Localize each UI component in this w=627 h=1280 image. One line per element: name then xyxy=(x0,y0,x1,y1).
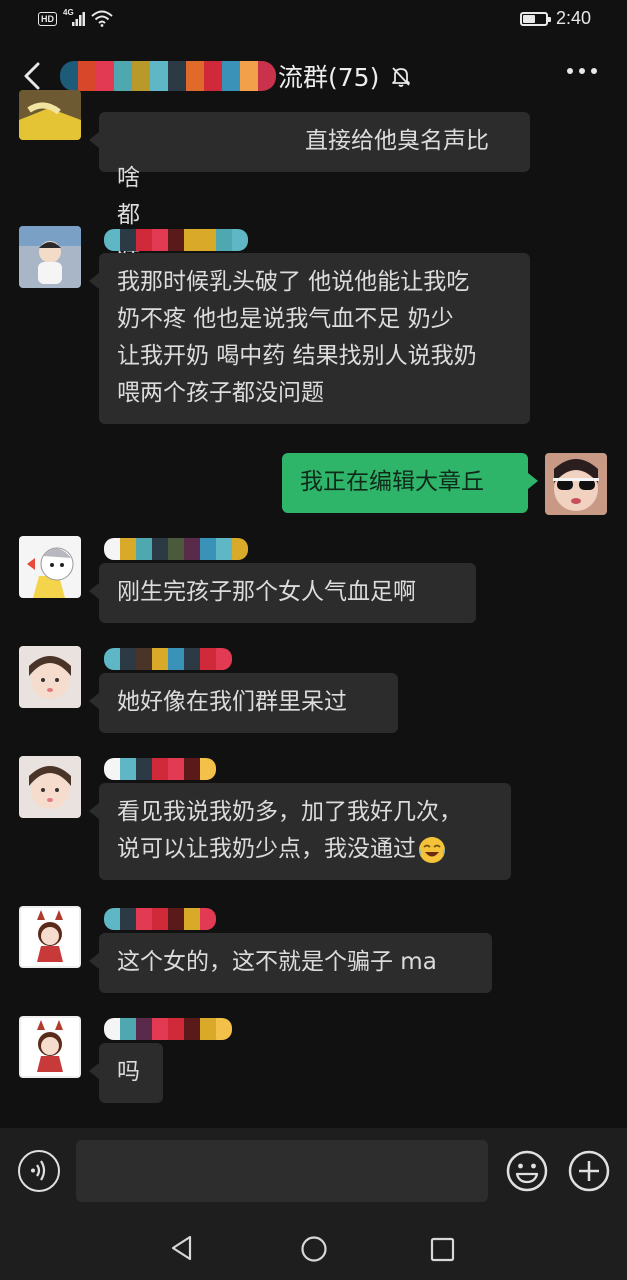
clock: 2:40 xyxy=(555,8,591,28)
message-bubble[interactable]: 她好像在我们群里呆过 xyxy=(89,673,398,733)
status-bar: HD 4G 2:40 xyxy=(0,0,627,40)
chat-title-text: 流群(75) xyxy=(278,63,380,92)
plus-icon xyxy=(568,1150,610,1192)
back-button[interactable] xyxy=(16,58,50,94)
wifi-icon xyxy=(91,10,113,27)
nav-back-icon[interactable] xyxy=(168,1234,196,1262)
nav-recent-icon[interactable] xyxy=(430,1237,456,1263)
more-icon xyxy=(567,68,573,74)
message-text-line: 直接给他臭名声比 xyxy=(305,128,489,154)
laugh-cry-emoji-icon xyxy=(419,836,445,863)
avatar[interactable] xyxy=(19,756,81,818)
avatar[interactable] xyxy=(19,906,81,968)
chat-header: 流群(75) xyxy=(0,40,627,112)
emoji-button[interactable] xyxy=(506,1150,548,1192)
input-bar xyxy=(0,1128,627,1216)
nickname-redaction xyxy=(104,648,232,670)
nickname-redaction xyxy=(104,758,216,780)
message-text-span: 说可以让我奶少点，我没通过 xyxy=(117,836,416,862)
avatar[interactable] xyxy=(19,1016,81,1078)
nickname-redaction xyxy=(104,1018,232,1040)
message-text-line: 奶不疼 他也是说我气血不足 奶少 xyxy=(117,306,454,332)
nickname-redaction xyxy=(104,908,216,930)
more-button[interactable] xyxy=(567,68,597,74)
message-bubble-mine[interactable]: 我正在编辑大章丘 xyxy=(282,453,538,513)
title-redaction xyxy=(60,61,276,91)
message-text-line: 让我开奶 喝中药 结果找别人说我奶 xyxy=(117,343,477,369)
emoji-icon xyxy=(506,1150,548,1192)
message-bubble[interactable]: 直接给他臭名声比 xyxy=(89,112,530,172)
battery-level xyxy=(522,14,535,23)
avatar[interactable] xyxy=(19,536,81,598)
nickname-redaction xyxy=(104,538,248,560)
battery-icon xyxy=(519,11,551,26)
message-text-line: 看见我说我奶多，加了我好几次， xyxy=(117,799,462,825)
status-icons-right: 2:40 xyxy=(519,8,591,29)
message-text-line: 吗 xyxy=(117,1059,140,1085)
hd-icon: HD xyxy=(38,11,57,26)
avatar[interactable] xyxy=(19,646,81,708)
voice-button[interactable] xyxy=(18,1150,60,1192)
system-nav-bar xyxy=(0,1216,627,1280)
bell-muted-icon xyxy=(392,67,411,87)
nickname-redaction xyxy=(104,229,248,251)
message-bubble[interactable]: 刚生完孩子那个女人气血足啊 xyxy=(89,563,476,623)
message-bubble[interactable]: 我那时候乳头破了 他说他能让我吃 奶不疼 他也是说我气血不足 奶少 让我开奶 喝… xyxy=(89,253,530,424)
status-icons-left: HD 4G xyxy=(38,8,113,27)
avatar[interactable] xyxy=(19,90,81,140)
nav-home-icon[interactable] xyxy=(300,1235,328,1263)
message-text-line: 我正在编辑大章丘 xyxy=(300,469,484,495)
more-functions-button[interactable] xyxy=(568,1150,610,1192)
message-text-line: 刚生完孩子那个女人气血足啊 xyxy=(117,579,416,605)
message-input[interactable] xyxy=(76,1140,488,1202)
my-avatar[interactable] xyxy=(545,453,607,515)
avatar[interactable] xyxy=(19,226,81,288)
voice-icon xyxy=(31,1160,46,1181)
signal-icon: 4G xyxy=(63,8,85,27)
message-text-line: 她好像在我们群里呆过 xyxy=(117,689,347,715)
message-text-line: 我那时候乳头破了 他说他能让我吃 xyxy=(117,269,470,295)
message-text-line: 说可以让我奶少点，我没通过 xyxy=(117,831,493,868)
message-bubble[interactable]: 这个女的，这不就是个骗子 ma xyxy=(89,933,492,993)
chat-title: 流群(75) xyxy=(60,56,413,96)
chevron-left-icon xyxy=(24,62,40,90)
message-text-line: 喂两个孩子都没问题 xyxy=(117,380,324,406)
message-text-line: 这个女的，这不就是个骗子 ma xyxy=(117,949,437,975)
message-bubble[interactable]: 吗 xyxy=(89,1043,163,1103)
message-bubble[interactable]: 看见我说我奶多，加了我好几次， 说可以让我奶少点，我没通过 xyxy=(89,783,511,880)
